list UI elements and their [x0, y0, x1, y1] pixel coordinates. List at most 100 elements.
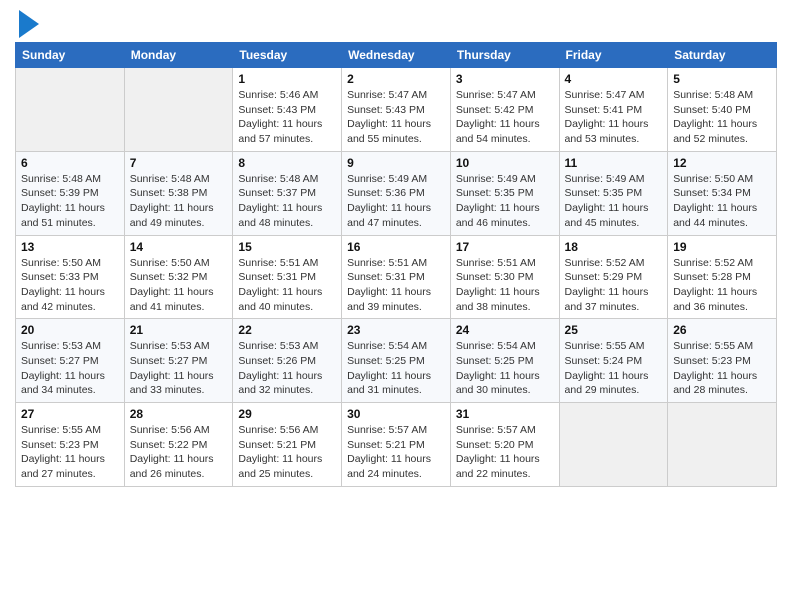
- calendar-cell: [124, 68, 233, 152]
- day-of-week-header: Tuesday: [233, 43, 342, 68]
- day-info: Sunrise: 5:50 AMSunset: 5:33 PMDaylight:…: [21, 256, 119, 315]
- calendar-cell: 14 Sunrise: 5:50 AMSunset: 5:32 PMDayligh…: [124, 235, 233, 319]
- day-number: 26: [673, 323, 771, 337]
- day-number: 31: [456, 407, 554, 421]
- calendar-cell: 19 Sunrise: 5:52 AMSunset: 5:28 PMDayligh…: [668, 235, 777, 319]
- calendar-cell: 11 Sunrise: 5:49 AMSunset: 5:35 PMDayligh…: [559, 151, 668, 235]
- calendar-body: 1 Sunrise: 5:46 AMSunset: 5:43 PMDaylight…: [16, 68, 777, 487]
- calendar-cell: 10 Sunrise: 5:49 AMSunset: 5:35 PMDayligh…: [450, 151, 559, 235]
- calendar-cell: 17 Sunrise: 5:51 AMSunset: 5:30 PMDayligh…: [450, 235, 559, 319]
- day-number: 4: [565, 72, 663, 86]
- day-number: 16: [347, 240, 445, 254]
- calendar-cell: 20 Sunrise: 5:53 AMSunset: 5:27 PMDayligh…: [16, 319, 125, 403]
- calendar-cell: 29 Sunrise: 5:56 AMSunset: 5:21 PMDayligh…: [233, 403, 342, 487]
- calendar-table: SundayMondayTuesdayWednesdayThursdayFrid…: [15, 42, 777, 487]
- days-of-week-row: SundayMondayTuesdayWednesdayThursdayFrid…: [16, 43, 777, 68]
- day-number: 3: [456, 72, 554, 86]
- logo-arrow-icon: [19, 10, 39, 38]
- calendar-header: SundayMondayTuesdayWednesdayThursdayFrid…: [16, 43, 777, 68]
- day-info: Sunrise: 5:53 AMSunset: 5:26 PMDaylight:…: [238, 339, 336, 398]
- calendar-cell: [559, 403, 668, 487]
- day-info: Sunrise: 5:51 AMSunset: 5:30 PMDaylight:…: [456, 256, 554, 315]
- day-info: Sunrise: 5:46 AMSunset: 5:43 PMDaylight:…: [238, 88, 336, 147]
- day-number: 7: [130, 156, 228, 170]
- calendar-cell: 7 Sunrise: 5:48 AMSunset: 5:38 PMDaylight…: [124, 151, 233, 235]
- day-number: 30: [347, 407, 445, 421]
- day-info: Sunrise: 5:56 AMSunset: 5:21 PMDaylight:…: [238, 423, 336, 482]
- day-info: Sunrise: 5:49 AMSunset: 5:35 PMDaylight:…: [456, 172, 554, 231]
- day-info: Sunrise: 5:55 AMSunset: 5:23 PMDaylight:…: [673, 339, 771, 398]
- calendar-cell: 4 Sunrise: 5:47 AMSunset: 5:41 PMDaylight…: [559, 68, 668, 152]
- day-info: Sunrise: 5:47 AMSunset: 5:43 PMDaylight:…: [347, 88, 445, 147]
- day-info: Sunrise: 5:52 AMSunset: 5:28 PMDaylight:…: [673, 256, 771, 315]
- calendar-cell: 8Sunrise: 5:48 AMSunset: 5:37 PMDaylight…: [233, 151, 342, 235]
- calendar-cell: 6Sunrise: 5:48 AMSunset: 5:39 PMDaylight…: [16, 151, 125, 235]
- calendar-cell: 18 Sunrise: 5:52 AMSunset: 5:29 PMDayligh…: [559, 235, 668, 319]
- day-number: 11: [565, 156, 663, 170]
- day-info: Sunrise: 5:50 AMSunset: 5:32 PMDaylight:…: [130, 256, 228, 315]
- calendar-cell: 2Sunrise: 5:47 AMSunset: 5:43 PMDaylight…: [342, 68, 451, 152]
- calendar-week-row: 27 Sunrise: 5:55 AMSunset: 5:23 PMDayligh…: [16, 403, 777, 487]
- day-number: 9: [347, 156, 445, 170]
- day-of-week-header: Saturday: [668, 43, 777, 68]
- day-number: 25: [565, 323, 663, 337]
- calendar-week-row: 1 Sunrise: 5:46 AMSunset: 5:43 PMDaylight…: [16, 68, 777, 152]
- calendar-cell: 3 Sunrise: 5:47 AMSunset: 5:42 PMDaylight…: [450, 68, 559, 152]
- day-info: Sunrise: 5:57 AMSunset: 5:21 PMDaylight:…: [347, 423, 445, 482]
- logo: [15, 15, 39, 38]
- calendar-cell: 27 Sunrise: 5:55 AMSunset: 5:23 PMDayligh…: [16, 403, 125, 487]
- day-number: 10: [456, 156, 554, 170]
- calendar-cell: 12 Sunrise: 5:50 AMSunset: 5:34 PMDayligh…: [668, 151, 777, 235]
- day-number: 13: [21, 240, 119, 254]
- day-number: 23: [347, 323, 445, 337]
- day-info: Sunrise: 5:53 AMSunset: 5:27 PMDaylight:…: [21, 339, 119, 398]
- day-info: Sunrise: 5:55 AMSunset: 5:23 PMDaylight:…: [21, 423, 119, 482]
- day-info: Sunrise: 5:47 AMSunset: 5:42 PMDaylight:…: [456, 88, 554, 147]
- day-number: 8: [238, 156, 336, 170]
- day-number: 28: [130, 407, 228, 421]
- day-number: 19: [673, 240, 771, 254]
- day-number: 18: [565, 240, 663, 254]
- calendar-cell: 31 Sunrise: 5:57 AMSunset: 5:20 PMDayligh…: [450, 403, 559, 487]
- day-number: 27: [21, 407, 119, 421]
- day-of-week-header: Monday: [124, 43, 233, 68]
- calendar-week-row: 6Sunrise: 5:48 AMSunset: 5:39 PMDaylight…: [16, 151, 777, 235]
- day-of-week-header: Sunday: [16, 43, 125, 68]
- calendar-cell: 13 Sunrise: 5:50 AMSunset: 5:33 PMDayligh…: [16, 235, 125, 319]
- calendar-week-row: 13 Sunrise: 5:50 AMSunset: 5:33 PMDayligh…: [16, 235, 777, 319]
- day-info: Sunrise: 5:52 AMSunset: 5:29 PMDaylight:…: [565, 256, 663, 315]
- day-info: Sunrise: 5:48 AMSunset: 5:38 PMDaylight:…: [130, 172, 228, 231]
- day-info: Sunrise: 5:54 AMSunset: 5:25 PMDaylight:…: [347, 339, 445, 398]
- day-info: Sunrise: 5:54 AMSunset: 5:25 PMDaylight:…: [456, 339, 554, 398]
- day-number: 21: [130, 323, 228, 337]
- day-info: Sunrise: 5:48 AMSunset: 5:40 PMDaylight:…: [673, 88, 771, 147]
- day-info: Sunrise: 5:51 AMSunset: 5:31 PMDaylight:…: [347, 256, 445, 315]
- calendar-cell: 21Sunrise: 5:53 AMSunset: 5:27 PMDayligh…: [124, 319, 233, 403]
- day-number: 15: [238, 240, 336, 254]
- calendar-cell: 16 Sunrise: 5:51 AMSunset: 5:31 PMDayligh…: [342, 235, 451, 319]
- calendar-cell: 26 Sunrise: 5:55 AMSunset: 5:23 PMDayligh…: [668, 319, 777, 403]
- calendar-week-row: 20 Sunrise: 5:53 AMSunset: 5:27 PMDayligh…: [16, 319, 777, 403]
- day-number: 29: [238, 407, 336, 421]
- calendar-cell: 25Sunrise: 5:55 AMSunset: 5:24 PMDayligh…: [559, 319, 668, 403]
- day-info: Sunrise: 5:49 AMSunset: 5:36 PMDaylight:…: [347, 172, 445, 231]
- day-info: Sunrise: 5:57 AMSunset: 5:20 PMDaylight:…: [456, 423, 554, 482]
- day-number: 5: [673, 72, 771, 86]
- calendar-cell: [16, 68, 125, 152]
- day-info: Sunrise: 5:50 AMSunset: 5:34 PMDaylight:…: [673, 172, 771, 231]
- day-of-week-header: Wednesday: [342, 43, 451, 68]
- day-number: 1: [238, 72, 336, 86]
- day-info: Sunrise: 5:56 AMSunset: 5:22 PMDaylight:…: [130, 423, 228, 482]
- day-info: Sunrise: 5:47 AMSunset: 5:41 PMDaylight:…: [565, 88, 663, 147]
- day-info: Sunrise: 5:48 AMSunset: 5:39 PMDaylight:…: [21, 172, 119, 231]
- day-info: Sunrise: 5:49 AMSunset: 5:35 PMDaylight:…: [565, 172, 663, 231]
- day-info: Sunrise: 5:51 AMSunset: 5:31 PMDaylight:…: [238, 256, 336, 315]
- calendar-cell: 22Sunrise: 5:53 AMSunset: 5:26 PMDayligh…: [233, 319, 342, 403]
- day-number: 12: [673, 156, 771, 170]
- calendar-cell: 9 Sunrise: 5:49 AMSunset: 5:36 PMDaylight…: [342, 151, 451, 235]
- day-number: 14: [130, 240, 228, 254]
- day-number: 20: [21, 323, 119, 337]
- day-number: 17: [456, 240, 554, 254]
- calendar-cell: [668, 403, 777, 487]
- calendar-cell: 28 Sunrise: 5:56 AMSunset: 5:22 PMDayligh…: [124, 403, 233, 487]
